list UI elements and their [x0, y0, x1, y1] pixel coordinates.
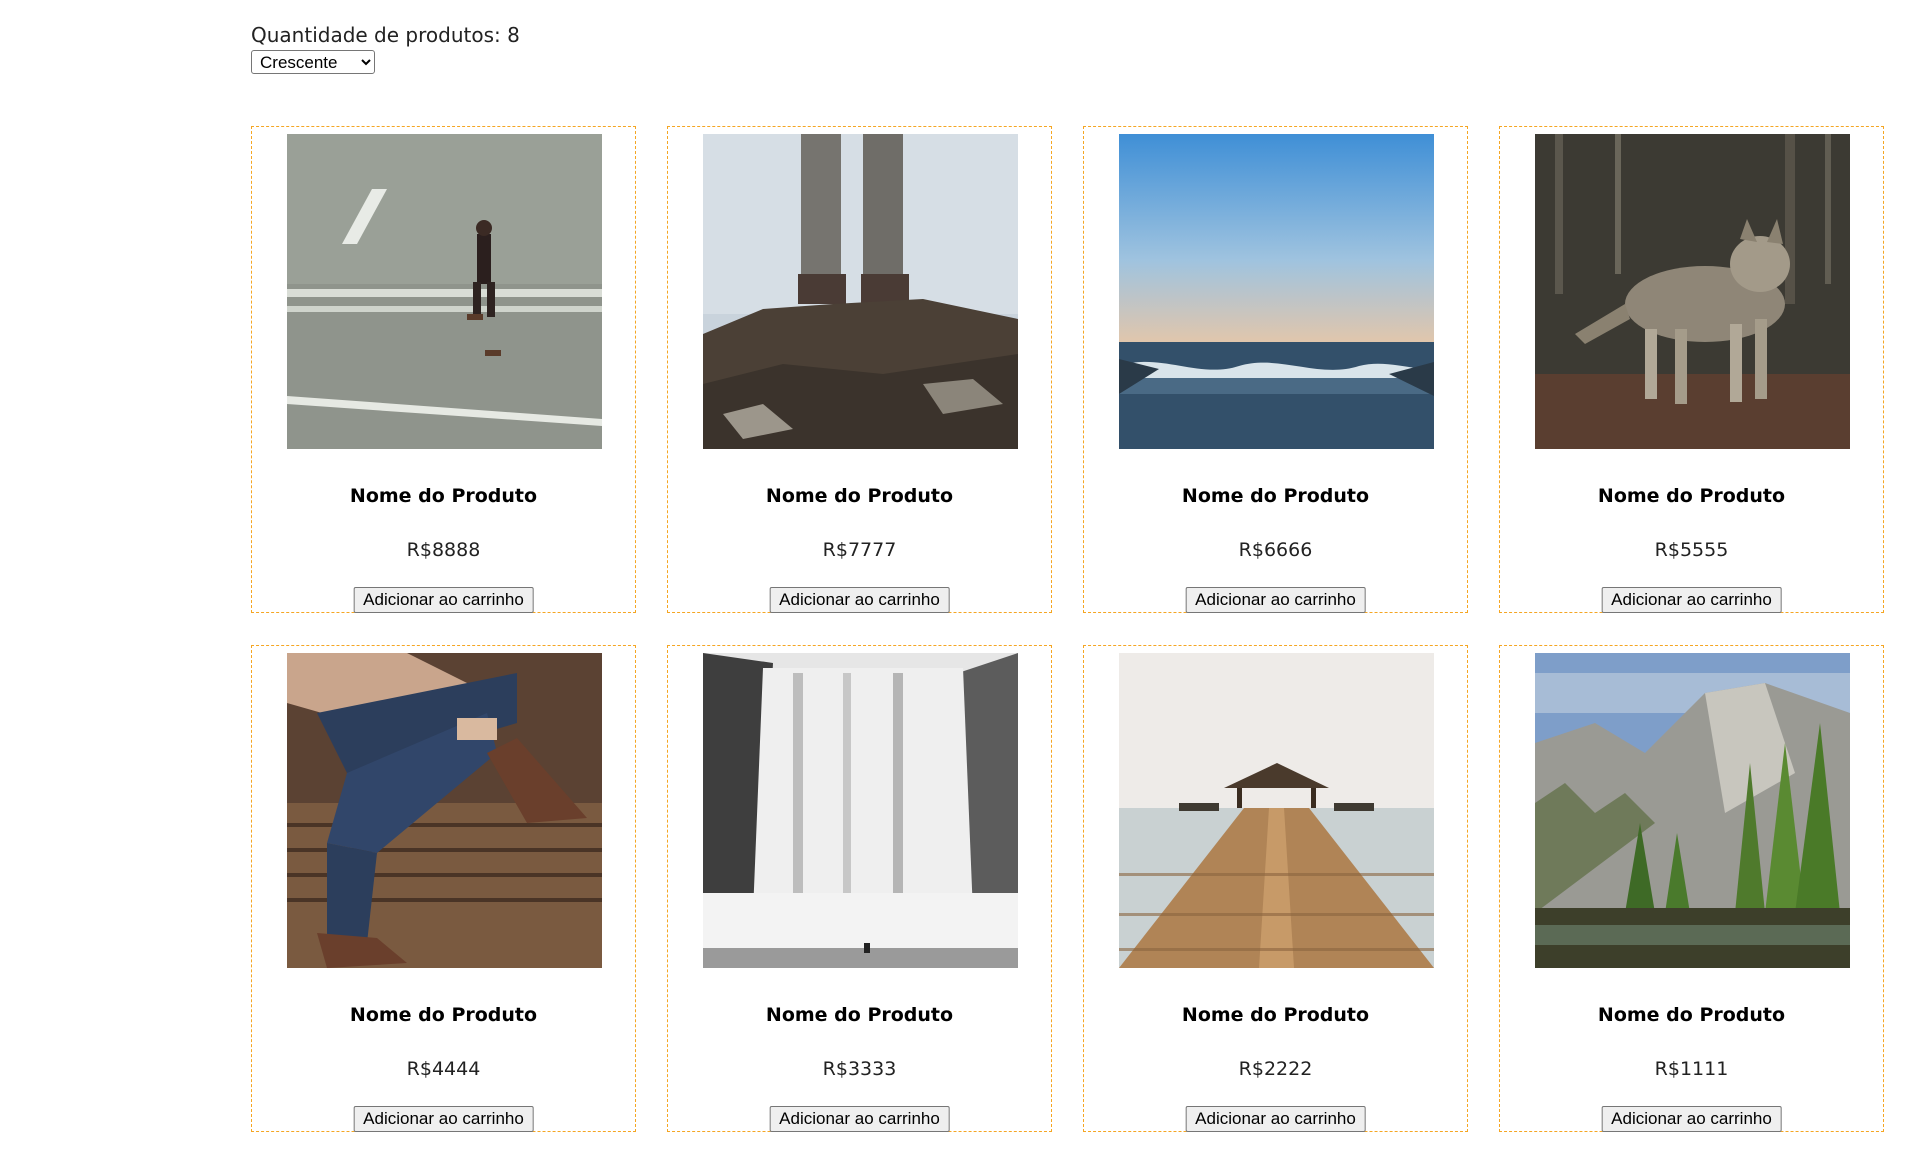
product-name: Nome do Produto — [1597, 485, 1786, 507]
product-image — [1535, 653, 1850, 968]
product-price: R$3333 — [822, 1058, 897, 1080]
add-to-cart-button[interactable]: Adicionar ao carrinho — [1601, 1106, 1782, 1132]
product-name: Nome do Produto — [349, 485, 538, 507]
product-name: Nome do Produto — [349, 1004, 538, 1026]
product-image — [703, 134, 1018, 449]
product-image — [1119, 653, 1434, 968]
header: Quantidade de produtos: 8 Crescente — [251, 22, 520, 74]
product-price: R$6666 — [1238, 539, 1313, 561]
product-grid: Nome do Produto R$8888 Adicionar ao carr… — [251, 126, 1886, 1132]
add-to-cart-button[interactable]: Adicionar ao carrinho — [1601, 587, 1782, 613]
add-to-cart-button[interactable]: Adicionar ao carrinho — [1185, 1106, 1366, 1132]
product-card: Nome do Produto R$8888 Adicionar ao carr… — [251, 126, 636, 613]
product-card: Nome do Produto R$6666 Adicionar ao carr… — [1083, 126, 1468, 613]
product-price: R$2222 — [1238, 1058, 1313, 1080]
product-count: Quantidade de produtos: 8 — [251, 23, 520, 47]
product-price: R$4444 — [406, 1058, 481, 1080]
product-card: Nome do Produto R$7777 Adicionar ao carr… — [667, 126, 1052, 613]
product-card: Nome do Produto R$5555 Adicionar ao carr… — [1499, 126, 1884, 613]
product-name: Nome do Produto — [1597, 1004, 1786, 1026]
product-name: Nome do Produto — [765, 485, 954, 507]
ocean-sunset-image — [1119, 134, 1434, 449]
product-image — [1119, 134, 1434, 449]
mountain-valley-image — [1535, 653, 1850, 968]
product-name: Nome do Produto — [1181, 485, 1370, 507]
product-card: Nome do Produto R$1111 Adicionar ao carr… — [1499, 645, 1884, 1132]
add-to-cart-button[interactable]: Adicionar ao carrinho — [353, 587, 534, 613]
add-to-cart-button[interactable]: Adicionar ao carrinho — [769, 1106, 950, 1132]
product-image — [1535, 134, 1850, 449]
product-price: R$5555 — [1654, 539, 1729, 561]
waterfall-image — [703, 653, 1018, 968]
product-card: Nome do Produto R$3333 Adicionar ao carr… — [667, 645, 1052, 1132]
sort-select[interactable]: Crescente — [251, 50, 375, 74]
product-image — [287, 653, 602, 968]
product-image — [703, 653, 1018, 968]
man-walking-image — [287, 134, 602, 449]
product-card: Nome do Produto R$4444 Adicionar ao carr… — [251, 645, 636, 1132]
add-to-cart-button[interactable]: Adicionar ao carrinho — [769, 587, 950, 613]
wolf-image — [1535, 134, 1850, 449]
add-to-cart-button[interactable]: Adicionar ao carrinho — [1185, 587, 1366, 613]
pier-image — [1119, 653, 1434, 968]
legs-on-cliff-image — [703, 134, 1018, 449]
product-name: Nome do Produto — [1181, 1004, 1370, 1026]
product-name: Nome do Produto — [765, 1004, 954, 1026]
add-to-cart-button[interactable]: Adicionar ao carrinho — [353, 1106, 534, 1132]
jeans-boots-image — [287, 653, 602, 968]
product-card: Nome do Produto R$2222 Adicionar ao carr… — [1083, 645, 1468, 1132]
product-price: R$1111 — [1654, 1058, 1729, 1080]
product-price: R$8888 — [406, 539, 481, 561]
product-image — [287, 134, 602, 449]
product-price: R$7777 — [822, 539, 897, 561]
